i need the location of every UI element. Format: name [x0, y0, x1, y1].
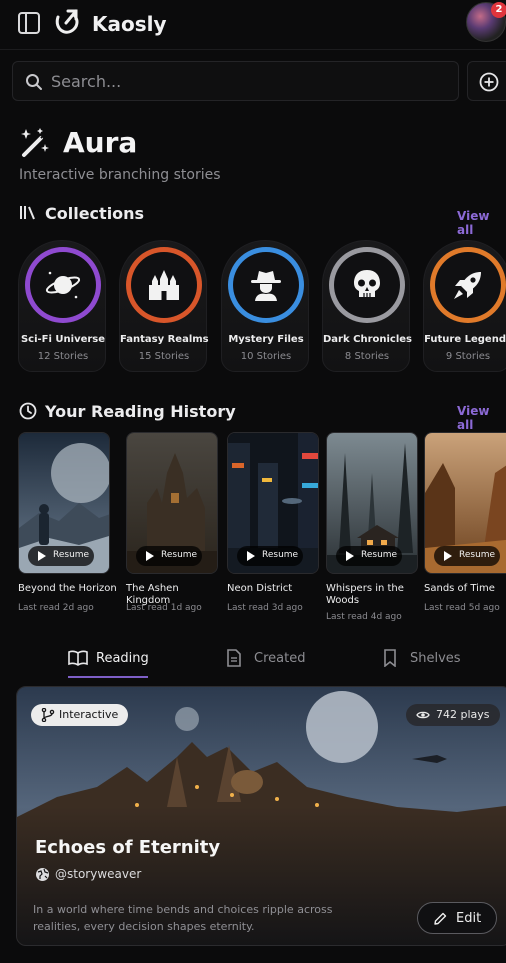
resume-label: Resume — [262, 550, 299, 560]
play-icon — [38, 551, 46, 561]
collection-ring — [126, 247, 202, 323]
collection-ring — [430, 247, 506, 323]
history-title: Beyond the Horizon — [18, 583, 117, 594]
pencil-icon — [434, 912, 447, 925]
search-input[interactable] — [51, 62, 451, 100]
tab-label: Created — [254, 651, 306, 666]
history-meta: Last read 5d ago — [424, 603, 500, 613]
tab-label: Shelves — [410, 651, 461, 666]
edit-button[interactable]: Edit — [417, 902, 497, 934]
resume-button[interactable]: Resume — [136, 546, 202, 566]
play-icon — [247, 551, 255, 561]
history-view-all-link[interactable]: View all — [457, 404, 506, 432]
eye-icon — [416, 711, 430, 719]
library-icon — [20, 206, 35, 220]
collection-ring — [329, 247, 405, 323]
author-handle[interactable]: @storyweaver — [55, 867, 141, 881]
document-icon — [227, 649, 241, 667]
history-meta: Last read 3d ago — [227, 603, 303, 613]
history-meta: Last read 1d ago — [126, 603, 202, 613]
page-title: Aura — [63, 126, 138, 159]
history-title: Sands of Time — [424, 583, 495, 594]
resume-button[interactable]: Resume — [336, 546, 402, 566]
collection-name: Fantasy Realms — [120, 334, 209, 345]
edit-label: Edit — [456, 911, 482, 926]
skull-icon — [354, 270, 380, 297]
plus-circle-icon — [479, 72, 499, 92]
clock-icon — [19, 402, 37, 420]
collections-title: Collections — [45, 204, 145, 223]
collection-name: Future Legends — [424, 334, 506, 345]
active-tab-indicator — [68, 676, 148, 678]
bookmark-icon — [384, 649, 396, 667]
collection-card-dark[interactable]: Dark Chronicles 8 Stories — [322, 240, 413, 372]
detective-icon — [251, 271, 281, 301]
story-title: Echoes of Eternity — [35, 837, 221, 858]
featured-story-card[interactable]: Interactive 742 plays Echoes of Eternity… — [16, 686, 506, 946]
globe-icon — [36, 868, 49, 881]
collection-count: 15 Stories — [138, 351, 190, 362]
play-icon — [444, 551, 452, 561]
top-bar: Kaosly 2 — [0, 0, 506, 50]
resume-button[interactable]: Resume — [28, 546, 94, 566]
play-icon — [146, 551, 154, 561]
collection-card-future[interactable]: Future Legends 9 Stories — [423, 240, 506, 372]
collection-ring — [228, 247, 304, 323]
collection-count: 9 Stories — [445, 351, 491, 362]
interactive-badge: Interactive — [31, 704, 129, 726]
collection-count: 12 Stories — [37, 351, 89, 362]
history-meta: Last read 4d ago — [326, 612, 402, 622]
collection-name: Mystery Files — [228, 334, 304, 345]
resume-button[interactable]: Resume — [434, 546, 500, 566]
book-open-icon — [68, 650, 88, 666]
magic-wand-icon — [21, 128, 49, 157]
resume-label: Resume — [361, 550, 398, 560]
logo-icon — [55, 9, 79, 34]
rocket-icon — [454, 272, 481, 299]
plays-count: 742 plays — [436, 708, 490, 721]
collection-card-mystery[interactable]: Mystery Files 10 Stories — [221, 240, 309, 372]
planet-icon — [45, 271, 81, 299]
search-box[interactable] — [12, 61, 459, 101]
reading-history-title: Your Reading History — [45, 402, 236, 421]
history-meta: Last read 2d ago — [18, 603, 94, 613]
collection-card-fantasy[interactable]: Fantasy Realms 15 Stories — [119, 240, 209, 372]
play-icon — [346, 551, 354, 561]
collection-ring — [25, 247, 101, 323]
plays-badge: 742 plays — [406, 704, 500, 726]
resume-label: Resume — [161, 550, 198, 560]
resume-label: Resume — [459, 550, 496, 560]
sidebar-toggle-icon[interactable] — [18, 12, 40, 34]
castle-icon — [149, 270, 179, 300]
history-title: Whispers in the Woods — [326, 583, 404, 606]
collection-name: Dark Chronicles — [323, 334, 413, 345]
search-icon — [26, 74, 42, 90]
interactive-badge-label: Interactive — [59, 708, 119, 721]
branch-icon — [41, 708, 55, 722]
story-description: In a world where time bends and choices … — [33, 903, 333, 933]
notification-badge: 2 — [491, 2, 506, 18]
page-subtitle: Interactive branching stories — [19, 167, 221, 183]
collections-view-all-link[interactable]: View all — [457, 209, 506, 237]
collection-card-sci-fi[interactable]: Sci-Fi Universe 12 Stories — [18, 240, 106, 372]
resume-label: Resume — [53, 550, 90, 560]
collection-count: 8 Stories — [344, 351, 390, 362]
resume-button[interactable]: Resume — [237, 546, 303, 566]
tab-label: Reading — [96, 651, 149, 666]
add-button[interactable] — [467, 61, 506, 101]
collection-count: 10 Stories — [240, 351, 292, 362]
collection-name: Sci-Fi Universe — [20, 334, 106, 345]
history-title: Neon District — [227, 583, 293, 594]
brand-name: Kaosly — [92, 12, 167, 36]
